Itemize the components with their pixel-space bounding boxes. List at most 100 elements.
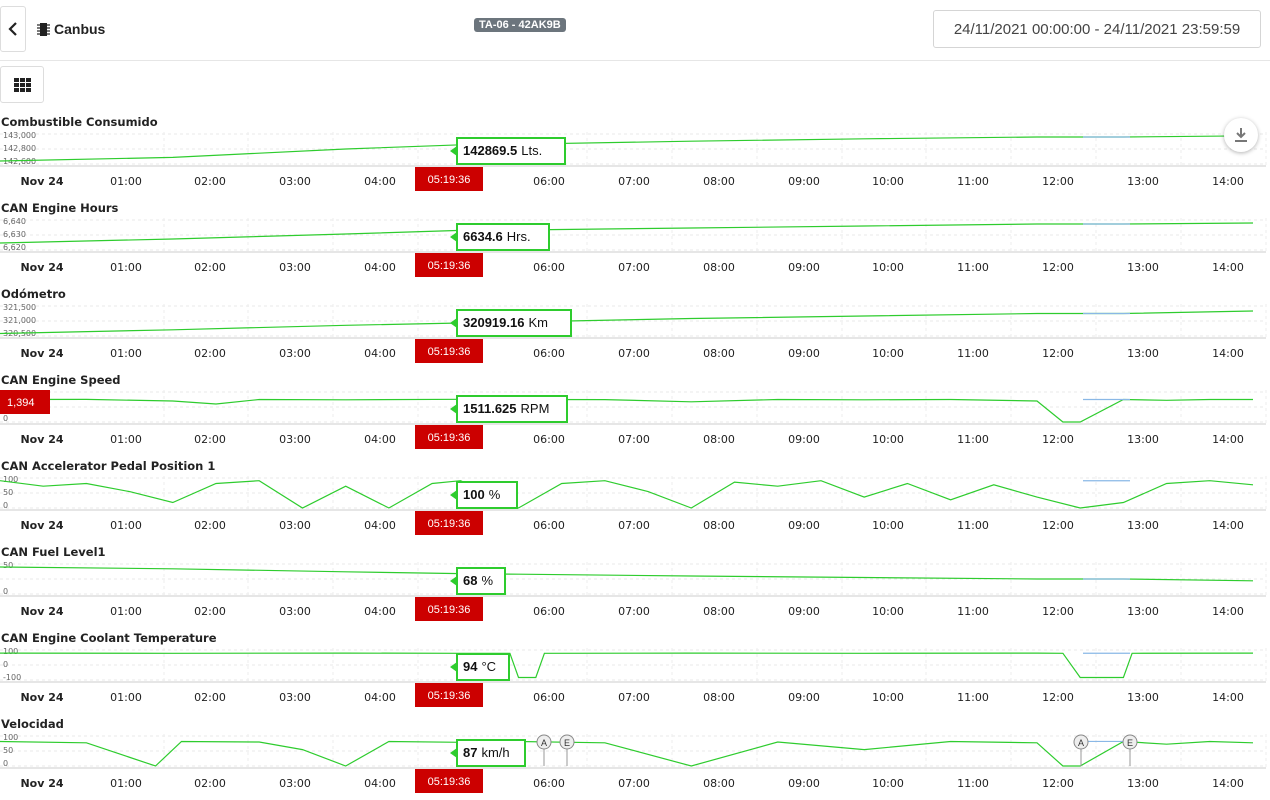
download-button[interactable] [1224, 118, 1258, 152]
x-tick-label: Nov 24 [20, 519, 63, 532]
chart-svg[interactable]: 143,000 142,800 142,600 Nov 24 01:00 02:00 03:… [0, 112, 1270, 198]
x-tick-label: 02:00 [194, 347, 226, 360]
x-tick-label: 10:00 [872, 261, 904, 274]
cursor-time-text: 05:19:36 [428, 518, 471, 530]
series-line [0, 222, 1254, 244]
x-tick-label: 11:00 [957, 347, 989, 360]
chart-svg[interactable]: 50 0 Nov 24 01:00 02:00 03:00 04:00 06:00 07:00 0… [0, 542, 1270, 628]
x-tick-label: 07:00 [618, 691, 650, 704]
x-tick-label: 13:00 [1127, 433, 1159, 446]
y-tick-label: 0 [3, 587, 8, 596]
event-marker-label: A [541, 738, 547, 748]
tooltip-pointer [450, 662, 457, 672]
tooltip-unit: Hrs. [507, 229, 531, 244]
x-tick-label: 04:00 [364, 691, 396, 704]
x-tick-label: 03:00 [279, 519, 311, 532]
x-tick-label: 13:00 [1127, 347, 1159, 360]
x-tick-label: 14:00 [1212, 777, 1244, 790]
event-marker-label: E [564, 738, 570, 748]
tooltip-unit: % [489, 487, 501, 502]
x-tick-label: 13:00 [1127, 691, 1159, 704]
y-tick-label: 142,600 [3, 157, 36, 166]
tooltip-unit: Lts. [521, 143, 542, 158]
chart-svg[interactable]: 100 50 0 Nov 24 01:00 02:00 03:00 04:00 06:00 07:… [0, 714, 1270, 800]
x-tick-label: 02:00 [194, 691, 226, 704]
chart-panel: Odómetro 321,500 321,000 320,500 Nov 24 01:00… [0, 284, 1270, 370]
x-tick-label: 12:00 [1042, 347, 1074, 360]
x-tick-label: 12:00 [1042, 433, 1074, 446]
x-tick-label: 03:00 [279, 347, 311, 360]
x-tick-label: 04:00 [364, 777, 396, 790]
chart-svg[interactable]: 6,640 6,630 6,620 Nov 24 01:00 02:00 03:00 04:0… [0, 198, 1270, 284]
x-tick-label: 14:00 [1212, 433, 1244, 446]
x-tick-label: 11:00 [957, 605, 989, 618]
tooltip-text: 100% [463, 487, 501, 502]
tooltip-unit: Km [528, 315, 548, 330]
x-tick-label: 13:00 [1127, 175, 1159, 188]
y-tick-label: 50 [3, 561, 13, 570]
chart-svg[interactable]: 0 1,394 Nov 24 01:00 02:00 03:00 04:00 06:00 07:… [0, 370, 1270, 456]
tooltip-text: 142869.5 Lts. [463, 143, 542, 158]
x-tick-label: Nov 24 [20, 261, 63, 274]
x-tick-label: 13:00 [1127, 777, 1159, 790]
chart-svg[interactable]: 321,500321,000320,500Nov 24 01:00 02:00 03:… [0, 284, 1270, 370]
chart-svg[interactable]: 100 50 0 Nov 24 01:00 02:00 03:00 04:00 06:00 07:… [0, 456, 1270, 542]
x-tick-label: 09:00 [788, 347, 820, 360]
x-tick-label: 14:00 [1212, 347, 1244, 360]
tooltip-pointer [450, 146, 457, 156]
x-tick-label: 11:00 [957, 691, 989, 704]
x-tick-label: 02:00 [194, 433, 226, 446]
date-range-picker[interactable]: 24/11/2021 00:00:00 - 24/11/2021 23:59:5… [933, 10, 1261, 48]
tooltip-unit: RPM [521, 401, 550, 416]
x-tick-label: 06:00 [533, 519, 565, 532]
tooltip-value: 68 [463, 573, 477, 588]
page-title-text: Canbus [54, 21, 106, 37]
x-tick-label: 11:00 [957, 261, 989, 274]
x-tick-label: 02:00 [194, 777, 226, 790]
x-tick-label: 06:00 [533, 433, 565, 446]
x-tick-label: 02:00 [194, 261, 226, 274]
cursor-time-text: 05:19:36 [428, 776, 471, 788]
x-tick-label: 12:00 [1042, 605, 1074, 618]
y-tick-label: 100 [3, 647, 18, 656]
x-tick-label: 09:00 [788, 261, 820, 274]
tooltip-text: 6634.6 Hrs. [463, 229, 531, 244]
x-tick-label: 03:00 [279, 691, 311, 704]
cursor-time-text: 05:19:36 [428, 346, 471, 358]
x-tick-label: 07:00 [618, 175, 650, 188]
x-tick-label: 14:00 [1212, 605, 1244, 618]
series-line [0, 480, 1254, 509]
tooltip-pointer [450, 318, 457, 328]
x-tick-label: Nov 24 [20, 605, 63, 618]
cursor-time-text: 05:19:36 [428, 604, 471, 616]
grid-menu-button[interactable] [0, 66, 44, 103]
x-tick-label: 06:00 [533, 261, 565, 274]
tooltip-value: 6634.6 [463, 229, 503, 244]
x-tick-label: 08:00 [703, 347, 735, 360]
chip-icon [37, 22, 50, 36]
x-tick-label: 10:00 [872, 605, 904, 618]
tooltip-pointer [450, 232, 457, 242]
series-line [0, 740, 1254, 767]
x-tick-label: 01:00 [110, 433, 142, 446]
x-tick-label: 12:00 [1042, 261, 1074, 274]
chart-svg[interactable]: 100 0 -100 Nov 24 01:00 02:00 03:00 04:00 06:00 0… [0, 628, 1270, 714]
grid-icon [13, 77, 31, 92]
y-tick-label: 321,000 [3, 316, 36, 325]
x-tick-label: 06:00 [533, 175, 565, 188]
x-tick-label: 01:00 [110, 605, 142, 618]
back-button[interactable] [0, 6, 26, 52]
tooltip-unit: °C [481, 659, 496, 674]
x-tick-label: Nov 24 [20, 777, 63, 790]
x-tick-label: Nov 24 [20, 691, 63, 704]
x-tick-label: 01:00 [110, 175, 142, 188]
x-tick-label: 10:00 [872, 347, 904, 360]
x-tick-label: 03:00 [279, 777, 311, 790]
x-tick-label: 04:00 [364, 433, 396, 446]
tooltip-pointer [450, 748, 457, 758]
x-tick-label: 10:00 [872, 691, 904, 704]
tooltip-text: 1511.625 RPM [463, 401, 549, 416]
charts-panel: Combustible Consumido 143,000 142,800 142,6… [0, 112, 1270, 796]
chart-panel: Velocidad 100 50 0 Nov 24 01:00 02:00 03:00 04:0… [0, 714, 1270, 800]
series-line [0, 135, 1254, 162]
